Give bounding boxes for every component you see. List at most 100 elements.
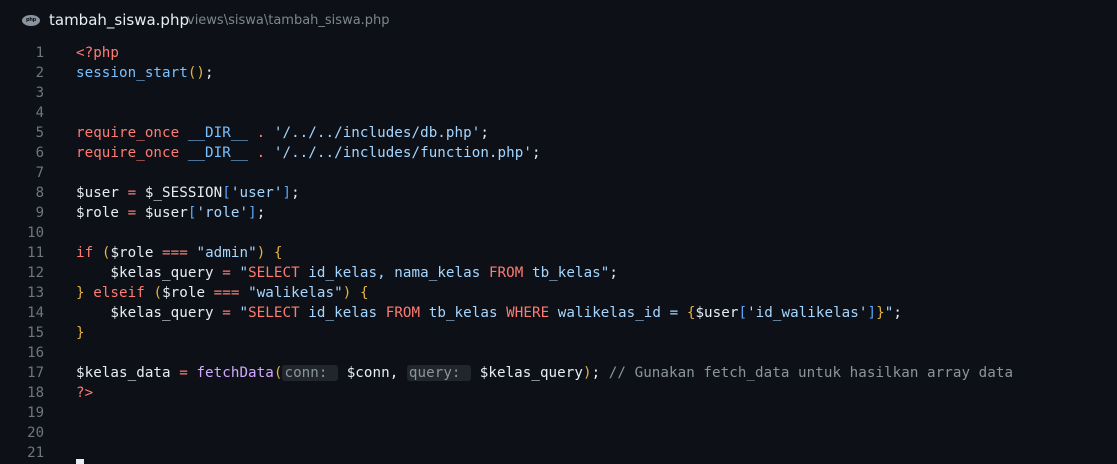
- code-line[interactable]: 9 $role = $user['role'];: [0, 203, 1117, 223]
- code-line[interactable]: 8 $user = $_SESSION['user'];: [0, 183, 1117, 203]
- line-number: 18: [27, 385, 44, 401]
- code-token: $role: [162, 285, 206, 301]
- line-number: 7: [35, 165, 44, 181]
- code-token: 'user': [230, 185, 283, 201]
- code-text[interactable]: session_start();: [76, 63, 214, 83]
- line-number: 9: [35, 205, 44, 221]
- code-text[interactable]: $kelas_query = "SELECT id_kelas, nama_ke…: [76, 263, 618, 283]
- line-number: 12: [27, 265, 44, 281]
- code-text[interactable]: <?php: [76, 43, 119, 63]
- code-token: id_kelas: [299, 305, 386, 321]
- code-token: =: [170, 365, 197, 381]
- code-line[interactable]: 7: [0, 163, 1117, 183]
- code-token: ?>: [76, 385, 94, 401]
- code-line[interactable]: 5 require_once __DIR__ . '/../../includes…: [0, 123, 1117, 143]
- line-number: 21: [27, 445, 44, 461]
- code-line[interactable]: 4: [0, 103, 1117, 123]
- code-token: [: [222, 185, 231, 201]
- code-token: $user: [695, 305, 739, 321]
- code-token: (): [187, 65, 206, 81]
- code-token: ": [239, 265, 249, 281]
- code-token: =: [213, 265, 240, 281]
- code-token: ): [256, 245, 266, 261]
- line-number: 6: [35, 145, 44, 161]
- code-token: walikelas_id =: [549, 305, 687, 321]
- code-text[interactable]: $user = $_SESSION['user'];: [76, 183, 300, 203]
- line-number: 10: [27, 225, 44, 241]
- code-line[interactable]: 12 $kelas_query = "SELECT id_kelas, nama…: [0, 263, 1117, 283]
- code-token: '/../../includes/function.php': [273, 145, 532, 161]
- code-token: ": [239, 305, 249, 321]
- code-token: $conn,: [338, 365, 407, 381]
- code-line[interactable]: 6 require_once __DIR__ . '/../../includes…: [0, 143, 1117, 163]
- code-line[interactable]: 15}: [0, 323, 1117, 343]
- code-token: ;: [291, 185, 300, 201]
- code-line[interactable]: 20: [0, 423, 1117, 443]
- code-line[interactable]: 17 $kelas_data = fetchData(conn: $conn, q…: [0, 363, 1117, 383]
- line-number: 14: [27, 305, 44, 321]
- code-line[interactable]: 3: [0, 83, 1117, 103]
- text-cursor: [76, 459, 84, 464]
- line-number: 19: [27, 405, 44, 421]
- code-token: ;: [591, 365, 609, 381]
- line-number: 20: [27, 425, 44, 441]
- line-number: 3: [35, 85, 44, 101]
- line-number: 16: [27, 345, 44, 361]
- code-text[interactable]: }: [76, 323, 85, 343]
- code-token: ;: [205, 65, 214, 81]
- code-token: ===: [153, 245, 197, 261]
- code-text[interactable]: $kelas_data = fetchData(conn: $conn, que…: [76, 363, 1013, 383]
- line-number: 5: [35, 125, 44, 141]
- code-text[interactable]: require_once __DIR__ . '/../../includes/…: [76, 123, 489, 143]
- code-line[interactable]: 13} elseif ($role === "walikelas") {: [0, 283, 1117, 303]
- code-token: }: [76, 285, 85, 301]
- code-text[interactable]: $role = $user['role'];: [76, 203, 265, 223]
- code-token: [: [738, 305, 748, 321]
- code-token: $kelas_query: [76, 265, 214, 281]
- code-token: ]: [248, 205, 257, 221]
- code-token: SELECT: [248, 265, 300, 281]
- code-line[interactable]: 1 <?php: [0, 43, 1117, 63]
- file-path[interactable]: views\siswa\tambah_siswa.php: [187, 13, 390, 28]
- code-editor[interactable]: 1 <?php 2 session_start(); 3 4 5 require_once _…: [0, 43, 1117, 464]
- code-line[interactable]: 11 if ($role === "admin") {: [0, 243, 1117, 263]
- code-token: tb_kelas: [420, 305, 507, 321]
- code-token: if: [76, 245, 94, 261]
- code-token: $user: [144, 205, 188, 221]
- code-token: "admin": [196, 245, 257, 261]
- code-line[interactable]: 14 $kelas_query = "SELECT id_kelas FROM …: [0, 303, 1117, 323]
- code-token: =: [119, 205, 145, 221]
- parameter-hint: query:: [406, 365, 472, 381]
- code-token: $kelas_query: [471, 365, 583, 381]
- code-token: session_start: [76, 65, 188, 81]
- code-line[interactable]: 16: [0, 343, 1117, 363]
- code-token: ;: [609, 265, 618, 281]
- code-token: // Gunakan fetch_data untuk hasilkan arr…: [608, 365, 1014, 381]
- file-name[interactable]: tambah_siswa.php: [49, 11, 189, 29]
- code-line[interactable]: 18 ?>: [0, 383, 1117, 403]
- code-line[interactable]: 10: [0, 223, 1117, 243]
- code-text[interactable]: $kelas_query = "SELECT id_kelas FROM tb_…: [76, 303, 902, 323]
- code-token: FROM: [488, 265, 524, 281]
- line-number: 4: [35, 105, 44, 121]
- code-text[interactable]: ?>: [76, 383, 93, 403]
- code-token: fetchData: [196, 365, 274, 381]
- code-line[interactable]: 19: [0, 403, 1117, 423]
- code-token: "walikelas": [248, 285, 343, 301]
- code-token: $kelas_data: [76, 365, 171, 381]
- code-text[interactable]: if ($role === "admin") {: [76, 243, 283, 263]
- code-token: ;: [531, 145, 541, 161]
- code-text[interactable]: require_once __DIR__ . '/../../includes/…: [76, 143, 541, 163]
- code-token: 'role': [196, 205, 249, 221]
- code-token: __DIR__: [187, 145, 249, 161]
- code-token: ]: [282, 185, 292, 201]
- code-line[interactable]: 21: [0, 443, 1117, 463]
- code-token: SELECT: [248, 305, 300, 321]
- code-token: tb_kelas": [523, 265, 610, 281]
- code-text[interactable]: } elseif ($role === "walikelas") {: [76, 283, 369, 303]
- code-line[interactable]: 2 session_start();: [0, 63, 1117, 83]
- code-token: {: [359, 285, 369, 301]
